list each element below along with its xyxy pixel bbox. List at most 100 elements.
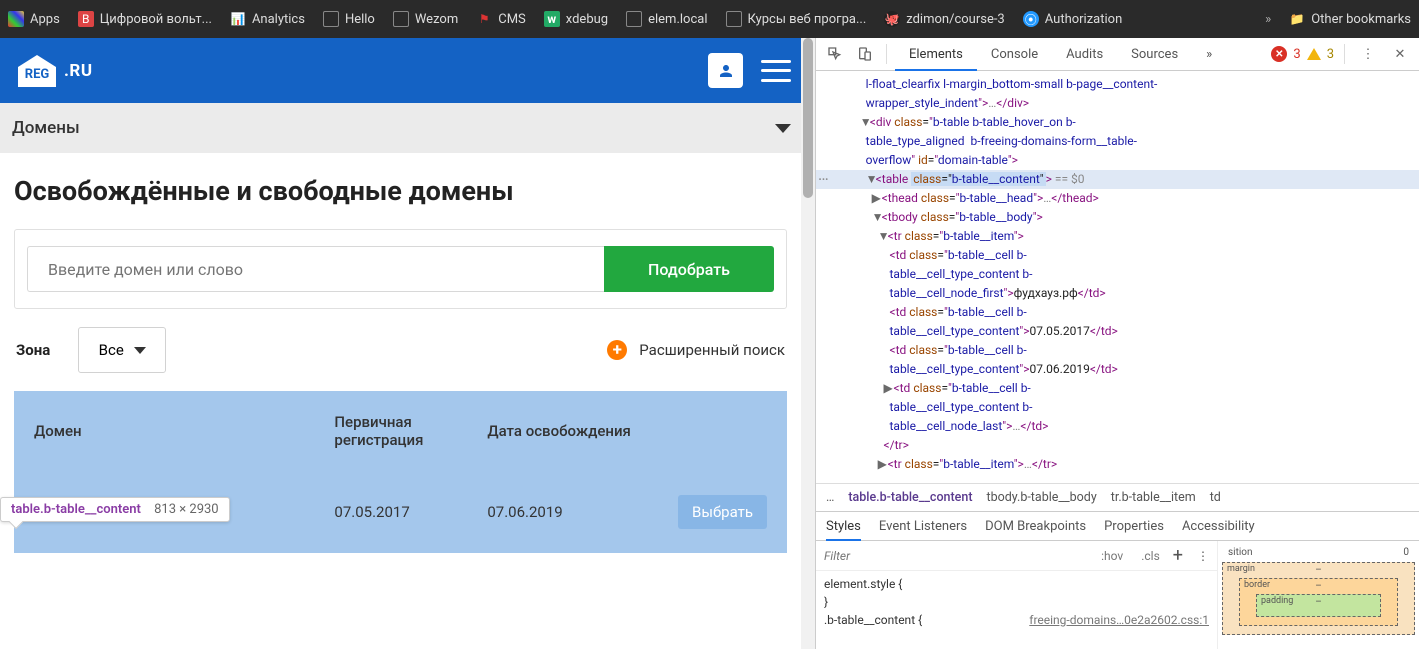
tab-more[interactable]: » xyxy=(1192,38,1226,70)
zone-select[interactable]: Все xyxy=(78,327,166,373)
bookmark-item[interactable]: В Цифровой вольт... xyxy=(78,11,212,27)
table-header-row: Домен Первичная регистрация Дата освобож… xyxy=(14,391,787,471)
bookmark-item[interactable]: elem.local xyxy=(626,11,707,27)
col-release: Дата освобождения xyxy=(467,391,658,471)
tab-audits[interactable]: Audits xyxy=(1052,38,1117,70)
warning-count: 3 xyxy=(1327,47,1334,62)
page-icon xyxy=(323,11,339,27)
device-icon[interactable] xyxy=(852,41,878,67)
logo-icon: REG xyxy=(14,51,60,91)
fav-icon: w xyxy=(544,11,560,27)
bookmark-label: Wezom xyxy=(415,12,458,27)
bookmark-item[interactable]: 🐙 zdimon/course-3 xyxy=(884,11,1005,27)
hov-toggle[interactable]: :hov xyxy=(1096,547,1128,565)
new-rule-icon[interactable]: + xyxy=(1173,545,1183,566)
bookmark-item[interactable]: w xdebug xyxy=(544,11,608,27)
bookmark-label: CMS xyxy=(498,12,526,27)
logo-text: .RU xyxy=(64,61,93,81)
bookmark-label: zdimon/course-3 xyxy=(906,12,1005,27)
css-rules[interactable]: element.style { } .b-table__content {fre… xyxy=(816,571,1217,633)
site-logo[interactable]: REG .RU xyxy=(14,51,93,91)
inspect-tooltip: table.b-table__content 813 × 2930 xyxy=(0,497,230,522)
auth-icon: ⦿ xyxy=(1023,11,1039,27)
styles-filter-input[interactable] xyxy=(824,549,1088,563)
tab-styles[interactable]: Styles xyxy=(826,513,861,540)
apps-icon xyxy=(8,11,24,27)
inspect-icon[interactable] xyxy=(822,41,848,67)
bookmark-label: xdebug xyxy=(566,12,608,27)
collapse-title: Домены xyxy=(12,118,80,138)
bookmark-item[interactable]: 📊 Analytics xyxy=(230,11,305,27)
cell-release: 07.06.2019 xyxy=(467,471,658,553)
user-button[interactable] xyxy=(708,53,743,88)
bookmark-label: Analytics xyxy=(252,12,305,27)
tooltip-selector: table.b-table__content xyxy=(11,502,141,517)
tab-elements[interactable]: Elements xyxy=(895,38,977,70)
bookmark-label: Other bookmarks xyxy=(1311,12,1411,27)
folder-icon: 📁 xyxy=(1289,11,1305,27)
bookmark-item[interactable]: Wezom xyxy=(393,11,458,27)
bookmark-label: Курсы веб програ... xyxy=(748,12,867,27)
crumb[interactable]: table.b-table__content xyxy=(848,490,972,505)
warning-badge[interactable] xyxy=(1307,48,1321,60)
bookmark-item[interactable]: ⦿ Authorization xyxy=(1023,11,1123,27)
crumb[interactable]: td xyxy=(1210,490,1221,505)
close-icon[interactable]: ✕ xyxy=(1387,41,1413,67)
burger-menu[interactable] xyxy=(761,60,791,82)
page-title: Освобождённые и свободные домены xyxy=(14,175,787,207)
tab-props[interactable]: Properties xyxy=(1104,513,1164,540)
col-registration: Первичная регистрация xyxy=(314,391,467,471)
tab-sources[interactable]: Sources xyxy=(1117,38,1192,70)
css-source-link[interactable]: freeing-domains…0e2a2602.css:1 xyxy=(1029,611,1209,629)
cls-toggle[interactable]: .cls xyxy=(1136,547,1165,565)
bookmark-item[interactable]: Hello xyxy=(323,11,375,27)
bookmark-item[interactable]: ⚑ CMS xyxy=(476,11,526,27)
error-badge[interactable]: ✕ xyxy=(1271,46,1287,62)
rule-brace: } xyxy=(824,595,828,609)
kebab-icon[interactable]: ⋮ xyxy=(1197,549,1209,563)
fav-icon: 📊 xyxy=(230,11,246,27)
other-bookmarks[interactable]: 📁 Other bookmarks xyxy=(1289,11,1411,27)
tab-events[interactable]: Event Listeners xyxy=(879,513,967,540)
elements-tree[interactable]: l-float_clearfix l-margin_bottom-small b… xyxy=(816,71,1419,483)
bookmark-item[interactable]: Курсы веб програ... xyxy=(726,11,867,27)
search-box: Подобрать xyxy=(14,229,787,309)
tooltip-dimensions: 813 × 2930 xyxy=(154,502,219,517)
bookmarks-bar: Apps В Цифровой вольт... 📊 Analytics Hel… xyxy=(0,0,1419,38)
col-action xyxy=(658,391,787,471)
site-header: REG .RU xyxy=(0,38,815,103)
crumb[interactable]: tr.b-table__item xyxy=(1111,490,1196,505)
zone-value: Все xyxy=(99,341,124,359)
kebab-icon[interactable]: ⋮ xyxy=(1355,41,1381,67)
bookmark-label: elem.local xyxy=(648,12,707,27)
web-page: REG .RU Домены Освобождённые и свободные… xyxy=(0,38,816,649)
tab-dom-bp[interactable]: DOM Breakpoints xyxy=(985,513,1086,540)
fav-icon: В xyxy=(78,11,94,27)
rule-selector: element.style { xyxy=(824,577,902,591)
bookmark-label: Apps xyxy=(30,12,60,27)
tab-console[interactable]: Console xyxy=(977,38,1052,70)
page-scrollbar[interactable] xyxy=(801,38,815,649)
domains-collapse[interactable]: Домены xyxy=(0,103,815,153)
page-icon xyxy=(626,11,642,27)
tab-a11y[interactable]: Accessibility xyxy=(1182,513,1255,540)
crumb[interactable]: tbody.b-table__body xyxy=(986,490,1096,505)
box-model: sition0 margin – border – padding – xyxy=(1217,541,1419,649)
bookmark-apps[interactable]: Apps xyxy=(8,11,60,27)
search-button[interactable]: Подобрать xyxy=(604,246,774,292)
devtools-panel: Elements Console Audits Sources » ✕ 3 3 … xyxy=(816,38,1419,649)
domain-search-input[interactable] xyxy=(27,246,604,292)
plus-icon: + xyxy=(607,340,627,360)
rule-selector: .b-table__content xyxy=(824,613,915,627)
crumb[interactable]: … xyxy=(826,490,834,505)
svg-text:REG: REG xyxy=(25,67,50,82)
page-icon xyxy=(726,11,742,27)
select-button[interactable]: Выбрать xyxy=(678,495,767,529)
breadcrumb[interactable]: … table.b-table__content tbody.b-table__… xyxy=(816,483,1419,511)
advanced-search-link[interactable]: + Расширенный поиск xyxy=(607,340,785,360)
page-icon xyxy=(393,11,409,27)
styles-tabs: Styles Event Listeners DOM Breakpoints P… xyxy=(816,511,1419,541)
more-bookmarks-chevron[interactable]: » xyxy=(1265,12,1271,27)
bookmark-label: Authorization xyxy=(1045,12,1123,27)
flag-icon: ⚑ xyxy=(476,11,492,27)
